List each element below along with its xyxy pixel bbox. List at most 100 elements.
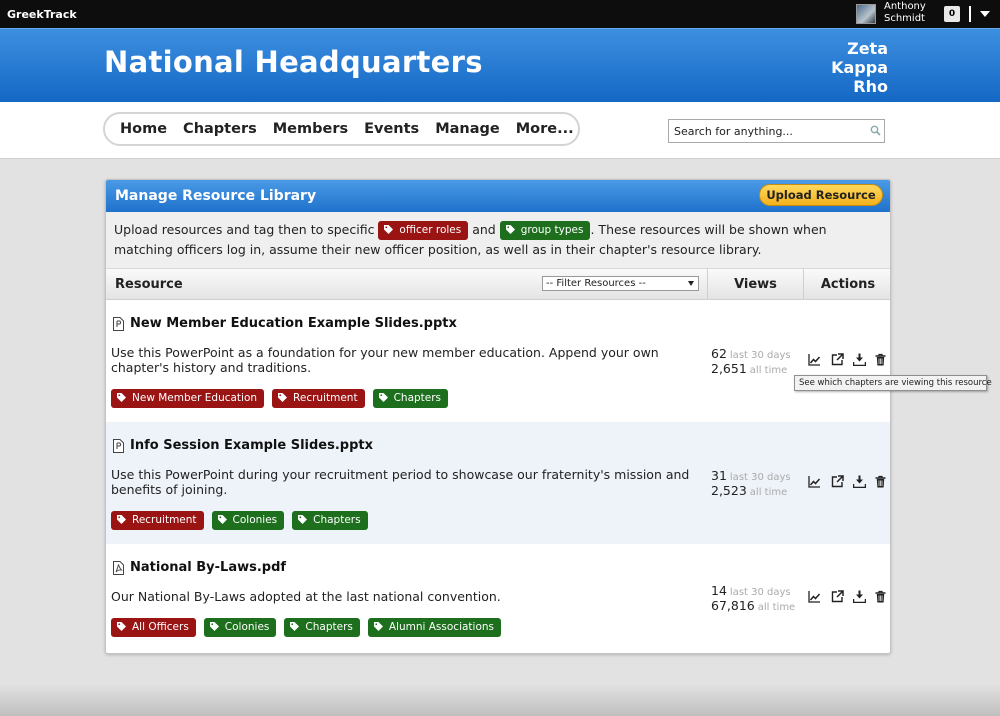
- notification-badge[interactable]: 0: [944, 6, 960, 22]
- chart-icon[interactable]: [808, 590, 821, 603]
- views-all-label: all time: [749, 487, 788, 498]
- file-icon: [113, 439, 124, 453]
- download-icon[interactable]: [853, 475, 866, 488]
- resource-tags: New Member Education Recruitment Chapters: [111, 388, 456, 408]
- tag-icon: [117, 393, 126, 402]
- tag-label: Chapters: [393, 392, 442, 404]
- nav-item-more[interactable]: More...: [516, 121, 574, 137]
- resource-description: Our National By-Laws adopted at the last…: [111, 589, 501, 604]
- chevron-down-icon: [688, 281, 694, 286]
- resource-tag: Chapters: [372, 389, 449, 408]
- resource-tag: Recruitment: [272, 389, 365, 408]
- views-all-time: 2,651: [711, 361, 747, 376]
- search-input[interactable]: [669, 120, 859, 142]
- org-line-1: Zeta: [847, 39, 888, 58]
- resource-name[interactable]: National By-Laws.pdf: [130, 560, 286, 575]
- nav-item-events[interactable]: Events: [364, 121, 419, 137]
- intro-text-2: and: [468, 222, 500, 237]
- resource-tags: All Officers Colonies Chapters Alumni Assoc…: [111, 617, 509, 637]
- panel-title: Manage Resource Library: [115, 188, 317, 204]
- intro-text-1: Upload resources and tag then to specifi…: [114, 222, 379, 237]
- tag-label: Alumni Associations: [388, 621, 495, 633]
- tag-icon: [298, 515, 308, 524]
- trash-icon[interactable]: [874, 590, 887, 603]
- table-row: National By-Laws.pdf Our National By-Law…: [106, 544, 890, 653]
- nav-item-home[interactable]: Home: [120, 121, 167, 137]
- tag-icon: [384, 225, 394, 234]
- user-name[interactable]: Anthony Schmidt: [884, 1, 926, 25]
- brand-logo[interactable]: GreekTrack: [7, 8, 77, 21]
- view-counts: 14 last 30 days 67,816 all time: [711, 583, 795, 613]
- file-icon: [113, 317, 124, 331]
- main-nav: Home Chapters Members Events Manage More…: [103, 112, 580, 146]
- user-last-name: Schmidt: [884, 13, 925, 24]
- views-all-time: 2,523: [711, 483, 747, 498]
- table-header: Resource -- Filter Resources -- Views Ac…: [106, 269, 890, 300]
- tag-label: officer roles: [399, 224, 462, 236]
- search-icon[interactable]: [870, 125, 881, 136]
- tag-label: Recruitment: [132, 514, 197, 526]
- resource-name[interactable]: New Member Education Example Slides.pptx: [130, 316, 457, 331]
- org-line-3: Rho: [853, 77, 888, 96]
- upload-resource-button[interactable]: Upload Resource: [759, 184, 883, 206]
- table-row: Info Session Example Slides.pptx Use thi…: [106, 422, 890, 544]
- tag-icon: [278, 393, 288, 402]
- column-header-views: Views: [707, 269, 803, 300]
- chart-icon[interactable]: [808, 475, 821, 488]
- external-link-icon[interactable]: [831, 475, 844, 488]
- column-header-resource: Resource: [115, 277, 183, 292]
- views-all-label: all time: [757, 602, 796, 613]
- panel-header: Manage Resource Library Upload Resource: [106, 180, 890, 212]
- views-30-label: last 30 days: [729, 587, 791, 598]
- topbar-divider: [969, 6, 971, 22]
- tag-label: New Member Education: [132, 392, 258, 404]
- resource-tag: Chapters: [292, 511, 368, 530]
- tag-icon: [290, 622, 300, 631]
- resource-tag: Chapters: [284, 618, 360, 637]
- external-link-icon[interactable]: [831, 353, 844, 366]
- download-icon[interactable]: [853, 353, 866, 366]
- nav-band: Home Chapters Members Events Manage More…: [0, 102, 1000, 159]
- view-counts: 62 last 30 days 2,651 all time: [711, 346, 791, 376]
- tag-label: Recruitment: [293, 392, 358, 404]
- page-title: National Headquarters: [104, 45, 483, 79]
- nav-item-manage[interactable]: Manage: [435, 121, 500, 137]
- top-bar: GreekTrack Anthony Schmidt 0: [0, 0, 1000, 28]
- nav-item-members[interactable]: Members: [273, 121, 348, 137]
- tag-label: Chapters: [305, 621, 353, 633]
- nav-item-chapters[interactable]: Chapters: [183, 121, 257, 137]
- external-link-icon[interactable]: [831, 590, 844, 603]
- filter-resources-select[interactable]: -- Filter Resources --: [542, 276, 699, 291]
- column-header-actions: Actions: [803, 269, 890, 300]
- site-header: National Headquarters Zeta Kappa Rho: [0, 28, 1000, 102]
- user-first-name: Anthony: [884, 1, 926, 12]
- avatar[interactable]: [856, 4, 876, 24]
- resource-library-panel: Manage Resource Library Upload Resource …: [105, 179, 891, 654]
- trash-icon[interactable]: [874, 353, 887, 366]
- tag-icon: [217, 515, 227, 524]
- download-icon[interactable]: [853, 590, 866, 603]
- page-bottom-shade: [0, 684, 1000, 716]
- chart-icon[interactable]: [808, 353, 821, 366]
- tooltip: See which chapters are viewing this reso…: [794, 375, 992, 391]
- resource-tag: All Officers: [111, 618, 196, 637]
- tag-label: Colonies: [224, 621, 270, 633]
- tag-icon: [117, 515, 126, 524]
- intro-text: Upload resources and tag then to specifi…: [106, 212, 890, 269]
- tag-label: group types: [520, 224, 584, 236]
- organization-name: Zeta Kappa Rho: [818, 39, 888, 96]
- group-types-tag: group types: [499, 221, 591, 240]
- resource-tag: Colonies: [203, 618, 277, 637]
- views-all-label: all time: [749, 365, 788, 376]
- views-30-label: last 30 days: [729, 472, 791, 483]
- views-30-days: 31: [711, 468, 727, 483]
- view-counts: 31 last 30 days 2,523 all time: [711, 468, 791, 498]
- filter-label: -- Filter Resources --: [546, 278, 646, 289]
- tag-icon: [373, 622, 383, 631]
- trash-icon[interactable]: [874, 475, 887, 488]
- tag-icon: [505, 225, 515, 234]
- tag-label: Colonies: [232, 514, 278, 526]
- caret-down-icon[interactable]: [980, 11, 990, 17]
- resource-name[interactable]: Info Session Example Slides.pptx: [130, 438, 373, 453]
- resource-tag: New Member Education: [111, 389, 265, 408]
